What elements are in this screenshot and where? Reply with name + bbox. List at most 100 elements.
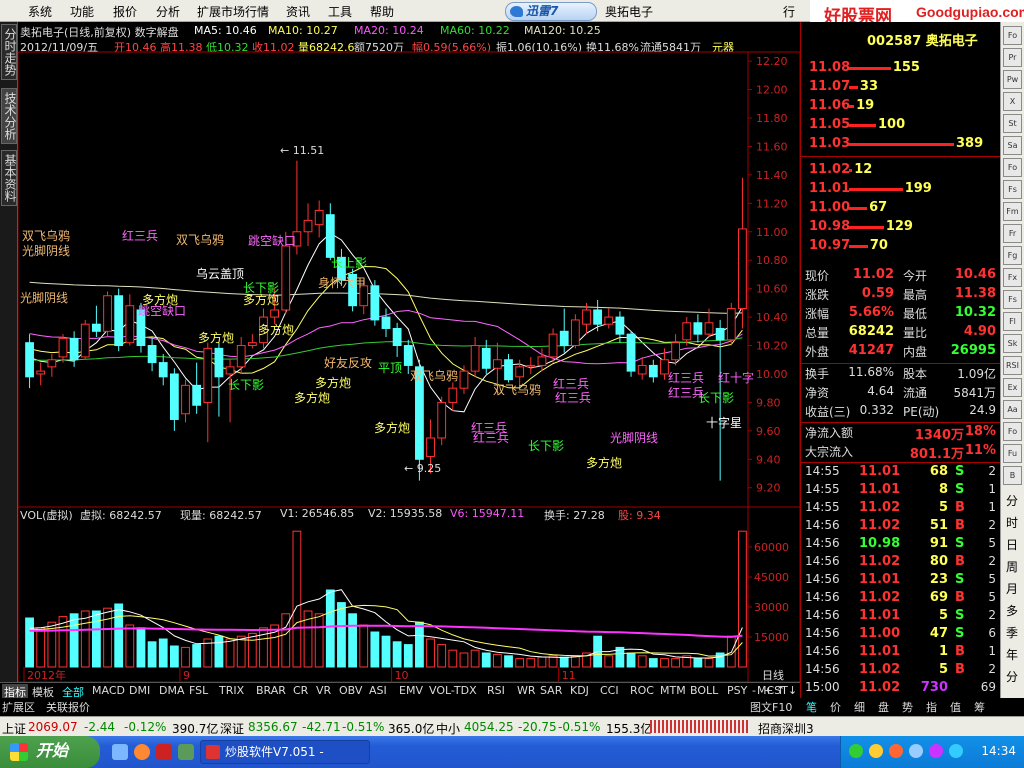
menu-ext-market[interactable]: 扩展市场行情 [197, 3, 269, 20]
toolbar-icon[interactable]: Ex [1003, 378, 1022, 397]
indicator-tab-brar[interactable]: BRAR [256, 684, 286, 697]
indicator-tab-vr[interactable]: VR [316, 684, 331, 697]
period-button[interactable]: 月 [1006, 580, 1018, 597]
toolbar-icon[interactable]: Fs [1003, 290, 1022, 309]
toolbar-icon[interactable]: Fg [1003, 246, 1022, 265]
menu-system[interactable]: 系统 [28, 3, 52, 20]
detail-tab[interactable]: 细 [854, 699, 865, 715]
period-button[interactable]: 年 [1006, 646, 1018, 663]
indicator-tab-roc[interactable]: ROC [630, 684, 654, 697]
toolbar-icon[interactable]: Fo [1003, 422, 1022, 441]
tray-icon[interactable] [949, 744, 963, 758]
detail-tab[interactable]: 指 [926, 699, 937, 715]
menu-hang[interactable]: 行 [783, 3, 795, 20]
quicklaunch-app-icon[interactable] [156, 744, 172, 760]
detail-tab[interactable]: 盘 [878, 699, 889, 715]
taskbar-app-button[interactable]: 炒股软件V7.051 - [200, 740, 370, 764]
toolbar-icon[interactable]: Fu [1003, 444, 1022, 463]
toolbar-icon[interactable]: Fo [1003, 26, 1022, 45]
detail-tab[interactable]: 价 [830, 699, 841, 715]
candle-up [470, 345, 480, 372]
f10-button[interactable]: 图文F10 [750, 699, 792, 715]
detail-tab[interactable]: 势 [902, 699, 913, 715]
period-button[interactable]: 季 [1006, 624, 1018, 641]
toolbar-icon[interactable]: Fl [1003, 312, 1022, 331]
period-button[interactable]: 时 [1006, 514, 1018, 531]
menu-analysis[interactable]: 分析 [156, 3, 180, 20]
indicator-tab-vol-tdx[interactable]: VOL-TDX [429, 684, 477, 697]
indicator-tab-obv[interactable]: OBV [339, 684, 362, 697]
quicklaunch-desktop-icon[interactable] [178, 744, 194, 760]
menu-help[interactable]: 帮助 [370, 3, 394, 20]
menu-function[interactable]: 功能 [70, 3, 94, 20]
period-button[interactable]: 分 [1006, 492, 1018, 509]
menu-tools[interactable]: 工具 [328, 3, 352, 20]
indicator-tab-macd[interactable]: MACD [92, 684, 125, 697]
tray-icon[interactable] [889, 744, 903, 758]
tick-time: 14:56 [805, 554, 840, 568]
quicklaunch-ie-icon[interactable] [112, 744, 128, 760]
toolbar-icon[interactable]: Sk [1003, 334, 1022, 353]
indicator-tab-trix[interactable]: TRIX [219, 684, 244, 697]
indicator-tab-mtm[interactable]: MTM [660, 684, 686, 697]
indicator-tab-asi[interactable]: ASI [369, 684, 387, 697]
toolbar-icon[interactable]: Aa [1003, 400, 1022, 419]
volume-chart[interactable]: 60000 45000 30000 15000 2012年 9 10 11 日线 [18, 507, 800, 682]
toolbar-icon[interactable]: Fm [1003, 202, 1022, 221]
detail-tab[interactable]: 笔 [806, 699, 817, 715]
start-button[interactable]: 开始 [0, 736, 100, 768]
tab-intraday[interactable]: 分时走势 [1, 24, 17, 80]
toolbar-icon[interactable]: Fs [1003, 180, 1022, 199]
indicator-tab-kdj[interactable]: KDJ [570, 684, 589, 697]
chart-area[interactable]: 奥拓电子(日线,前复权) 数字解盘 MA5: 10.46 MA10: 10.27… [18, 22, 800, 682]
indicator-tab-wr[interactable]: WR [517, 684, 536, 697]
nav-minus[interactable]: - [752, 684, 756, 697]
toolbar-icon[interactable]: Sa [1003, 136, 1022, 155]
period-button[interactable]: 日 [1006, 536, 1018, 553]
toolbar-icon[interactable]: St [1003, 114, 1022, 133]
tab-extension[interactable]: 扩展区 [2, 699, 35, 715]
tick-volume: 68 [929, 464, 948, 479]
candlestick-chart[interactable]: 双飞乌鸦光脚阴线红三兵 双飞乌鸦光脚阴线长下影多方炮跳空缺口多方炮乌云盖顶多方炮身… [18, 22, 800, 507]
period-button[interactable]: 多 [1006, 602, 1018, 619]
tick-volume: 91 [929, 536, 948, 551]
tab-technical[interactable]: 技术分析 [1, 88, 17, 144]
toolbar-icon[interactable]: B [1003, 466, 1022, 485]
quicklaunch-qq-icon[interactable] [134, 744, 150, 760]
indicator-tab-cci[interactable]: CCI [600, 684, 619, 697]
candle-up [247, 342, 257, 347]
toolbar-icon[interactable]: Fo [1003, 158, 1022, 177]
toolbar-icon[interactable]: X [1003, 92, 1022, 111]
toolbar-icon[interactable]: Pr [1003, 48, 1022, 67]
indicator-tab-fsl[interactable]: FSL [189, 684, 208, 697]
toolbar-icon[interactable]: Pw [1003, 70, 1022, 89]
nav-plus[interactable]: + [764, 684, 773, 697]
toolbar-icon[interactable]: Fx [1003, 268, 1022, 287]
indicator-tab-sar[interactable]: SAR [540, 684, 562, 697]
indicator-tab-dmi[interactable]: DMI [129, 684, 150, 697]
menu-quote[interactable]: 报价 [113, 3, 137, 20]
tray-icon[interactable] [909, 744, 923, 758]
tab-related-quote[interactable]: 关联报价 [46, 699, 90, 715]
detail-tab[interactable]: 筹 [974, 699, 985, 715]
xunlei-button[interactable]: 迅雷7 [505, 2, 597, 21]
tray-icon[interactable] [849, 744, 863, 758]
menu-info[interactable]: 资讯 [286, 3, 310, 20]
period-button[interactable]: 周 [1006, 558, 1018, 575]
toolbar-icon[interactable]: Fr [1003, 224, 1022, 243]
tab-fundamentals[interactable]: 基本资料 [1, 150, 17, 206]
indicator-tab-emv[interactable]: EMV [399, 684, 423, 697]
toolbar-icon[interactable]: RSI [1003, 356, 1022, 375]
tray-icon[interactable] [929, 744, 943, 758]
nav-down[interactable]: ↓ [788, 684, 797, 697]
indicator-tab-cr[interactable]: CR [293, 684, 308, 697]
indicator-tab-boll[interactable]: BOLL [690, 684, 718, 697]
indicator-tab-dma[interactable]: DMA [159, 684, 185, 697]
volume-bar-up [637, 655, 647, 668]
period-button[interactable]: 分 [1006, 668, 1018, 685]
indicator-tab-rsi[interactable]: RSI [487, 684, 505, 697]
nav-up[interactable]: ↑ [776, 684, 785, 697]
detail-tab[interactable]: 值 [950, 699, 961, 715]
indicator-tab-psy[interactable]: PSY [727, 684, 747, 697]
tray-icon[interactable] [869, 744, 883, 758]
